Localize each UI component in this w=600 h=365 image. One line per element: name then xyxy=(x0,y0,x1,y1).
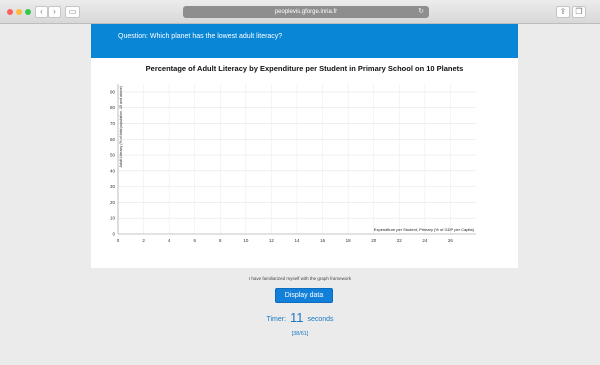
timer-label: Timer: xyxy=(266,316,287,323)
experiment-panel: Question: Which planet has the lowest ad… xyxy=(91,24,518,268)
reload-icon[interactable]: ↻ xyxy=(418,6,424,18)
y-tick-label: 20 xyxy=(110,200,116,205)
x-tick-label: 0 xyxy=(117,238,120,243)
x-tick-label: 4 xyxy=(168,238,171,243)
x-tick-label: 16 xyxy=(320,238,326,243)
y-tick-label: 10 xyxy=(110,216,116,221)
browser-toolbar: ‹ › ▭ peoplevis.gforge.inria.fr ↻ ⇪ ❐ xyxy=(0,0,600,24)
x-tick-label: 20 xyxy=(371,238,377,243)
close-window-button[interactable] xyxy=(7,9,13,15)
y-tick-label: 90 xyxy=(110,89,116,94)
zoom-window-button[interactable] xyxy=(25,9,31,15)
y-tick-label: 30 xyxy=(110,184,116,189)
y-axis-label: Adult Literacy (% of total population, 1… xyxy=(119,86,123,168)
x-tick-label: 18 xyxy=(346,238,352,243)
y-tick-label: 0 xyxy=(112,232,115,237)
chevron-right-icon: › xyxy=(53,7,56,16)
minimize-window-button[interactable] xyxy=(16,9,22,15)
back-button[interactable]: ‹ xyxy=(35,6,48,18)
y-tick-label: 60 xyxy=(110,137,116,142)
sidebar-icon: ▭ xyxy=(68,7,77,16)
progress-counter: [38/61] xyxy=(291,331,309,337)
y-tick-label: 50 xyxy=(110,153,116,158)
x-tick-label: 12 xyxy=(269,238,275,243)
chevron-left-icon: ‹ xyxy=(40,7,43,16)
x-tick-label: 6 xyxy=(193,238,196,243)
timer-value: 11 xyxy=(290,310,304,325)
display-data-button[interactable]: Display data xyxy=(275,288,333,303)
y-tick-label: 80 xyxy=(110,105,116,110)
address-bar[interactable]: peoplevis.gforge.inria.fr ↻ xyxy=(183,6,429,18)
timer: Timer: 11 seconds xyxy=(0,310,600,325)
x-tick-label: 26 xyxy=(448,238,454,243)
y-tick-label: 70 xyxy=(110,121,116,126)
scatter-chart: 01020304050607080900 2 4 6 8 10 12 14 16 18 20 22 24… xyxy=(110,84,476,243)
x-tick-label: 10 xyxy=(243,238,249,243)
familiarized-text: I have familiarized myself with the grap… xyxy=(248,276,352,281)
timer-unit: seconds xyxy=(307,316,334,323)
y-tick-label: 40 xyxy=(110,168,116,173)
forward-button[interactable]: › xyxy=(48,6,61,18)
share-icon: ⇪ xyxy=(559,7,567,16)
tabs-icon: ❐ xyxy=(575,7,583,16)
x-axis-label: Expenditure per Student, Primary (% of G… xyxy=(374,227,475,232)
x-tick-label: 8 xyxy=(219,238,222,243)
x-tick-label: 24 xyxy=(422,238,428,243)
x-tick-label: 14 xyxy=(294,238,300,243)
url-text: peoplevis.gforge.inria.fr xyxy=(274,9,338,15)
x-tick-label: 22 xyxy=(397,238,403,243)
share-button[interactable]: ⇪ xyxy=(556,6,570,18)
sidebar-button[interactable]: ▭ xyxy=(65,6,80,18)
tabs-button[interactable]: ❐ xyxy=(572,6,586,18)
x-tick-label: 2 xyxy=(142,238,145,243)
